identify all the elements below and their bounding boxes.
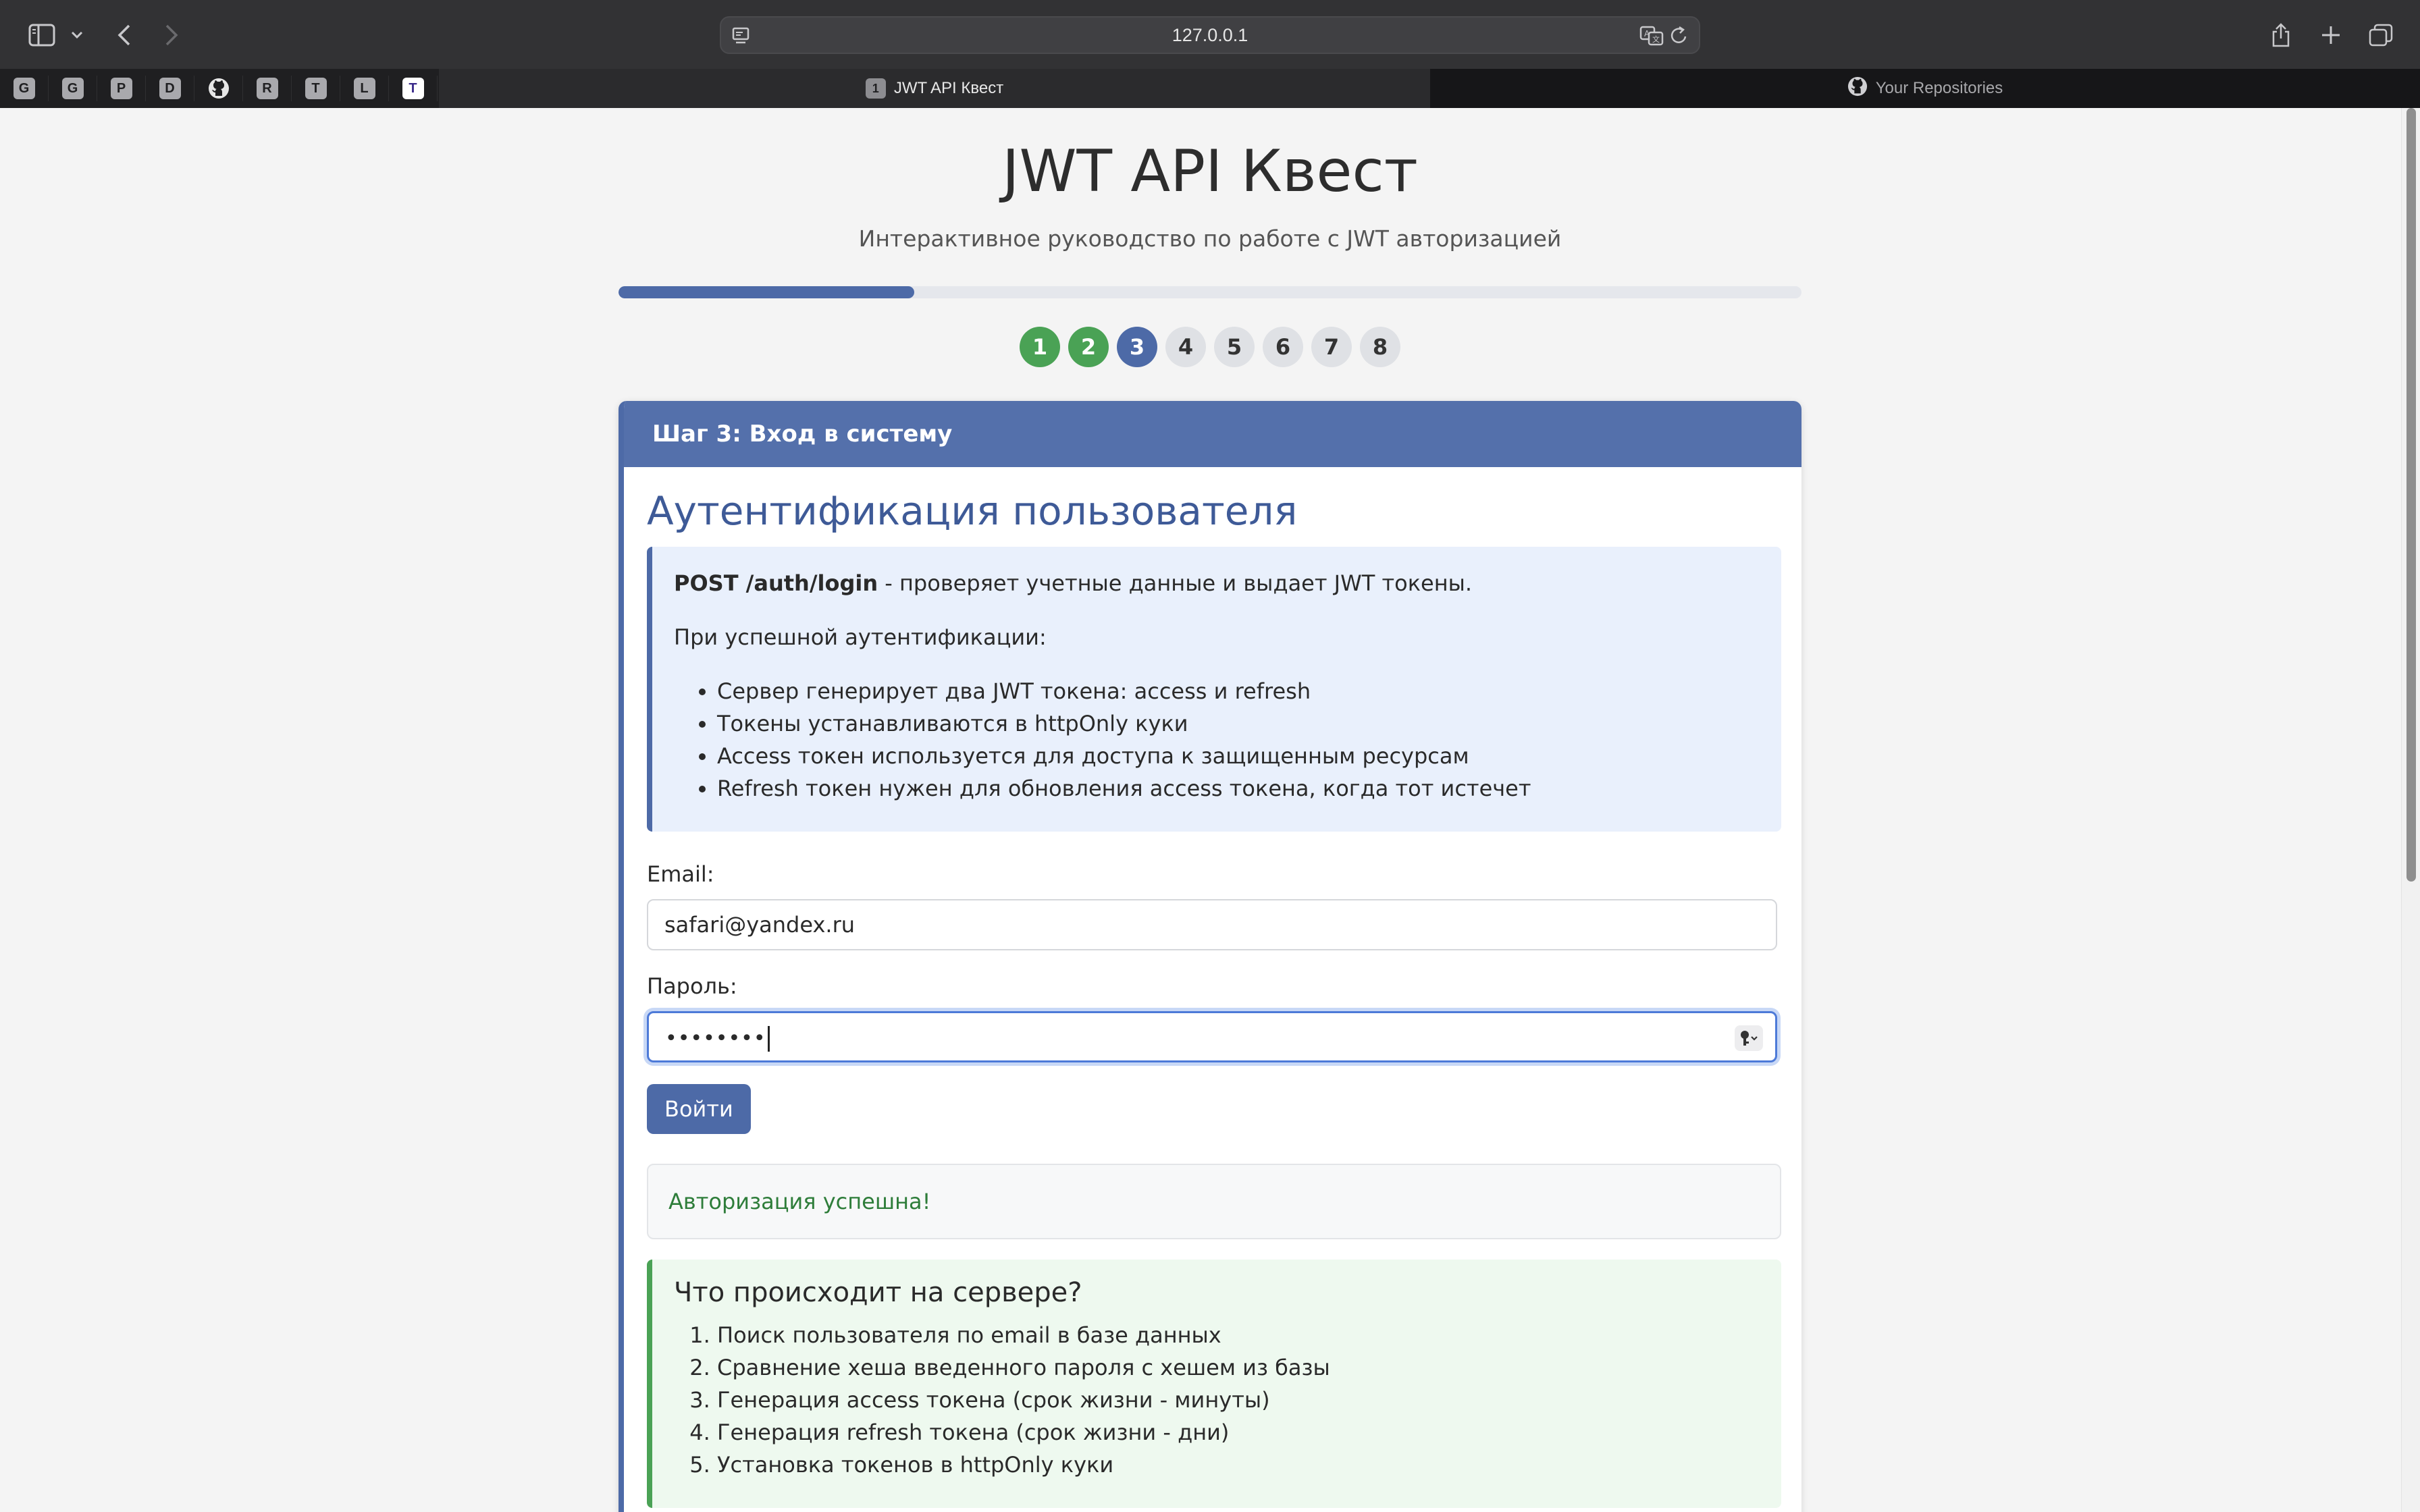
sidebar-toggle-icon[interactable] (24, 18, 59, 53)
back-icon[interactable] (107, 18, 142, 53)
step-6[interactable]: 6 (1263, 327, 1303, 367)
info-box: POST /auth/login - проверяет учетные дан… (647, 547, 1781, 832)
url-text[interactable]: 127.0.0.1 (721, 18, 1699, 53)
step-7[interactable]: 7 (1311, 327, 1352, 367)
password-field[interactable]: •••••••• (647, 1011, 1777, 1062)
pinned-tab[interactable]: G (49, 76, 97, 101)
page-subtitle: Интерактивное руководство по работе с JW… (858, 225, 1562, 252)
page-title: JWT API Квест (1002, 138, 1418, 205)
card-body: Аутентификация пользователя POST /auth/l… (624, 467, 1801, 1508)
list-item: Сравнение хеша введенного пароля с хешем… (717, 1351, 1760, 1384)
list-item: Access токен используется для доступа к … (717, 740, 1760, 772)
step-indicators: 1 2 3 4 5 6 7 8 (0, 327, 2420, 367)
github-icon (1847, 76, 1868, 101)
share-icon[interactable] (2263, 18, 2298, 53)
email-field[interactable]: safari@yandex.ru (647, 899, 1777, 950)
pinned-tab[interactable]: R (243, 76, 292, 101)
status-message: Авторизация успешна! (647, 1164, 1781, 1239)
reload-icon[interactable] (1669, 25, 1689, 49)
svg-text:文: 文 (1652, 34, 1660, 44)
address-bar[interactable]: 127.0.0.1 A文 (720, 16, 1700, 54)
section-heading: Аутентификация пользователя (647, 488, 1298, 534)
github-icon (208, 78, 230, 99)
pinned-tab[interactable]: G (0, 76, 49, 101)
server-heading: Что происходит на сервере? (674, 1277, 1082, 1308)
info-intro: При успешной аутентификации: (674, 624, 1047, 650)
browser-chrome: 127.0.0.1 A文 G G P D R T L T 1 JWT API К… (0, 0, 2420, 108)
scrollbar-thumb[interactable] (2406, 108, 2416, 882)
list-item: Генерация refresh токена (срок жизни - д… (717, 1416, 1760, 1449)
server-steps: Поиск пользователя по email в базе данны… (717, 1319, 1760, 1481)
tab-label: Your Repositories (1875, 79, 2003, 97)
tab-strip: G G P D R T L T 1 JWT API Квест Your Rep… (0, 69, 2420, 108)
tab-favicon: 1 (865, 78, 886, 99)
pinned-tab[interactable]: P (97, 76, 146, 101)
list-item: Токены устанавливаются в httpOnly куки (717, 707, 1760, 740)
tab-overview-icon[interactable] (2363, 18, 2398, 53)
svg-text:A: A (1644, 29, 1650, 38)
chevron-down-icon[interactable] (65, 18, 89, 53)
endpoint-name: POST /auth/login (674, 570, 878, 596)
tab-jwt-quest[interactable]: 1 JWT API Квест (439, 69, 1430, 108)
pinned-tab[interactable] (194, 76, 243, 101)
step-1[interactable]: 1 (1020, 327, 1060, 367)
card-header: Шаг 3: Вход в систему (624, 401, 1801, 467)
list-item: Поиск пользователя по email в базе данны… (717, 1319, 1760, 1351)
translate-icon[interactable]: A文 (1639, 25, 1664, 49)
tab-label: JWT API Квест (893, 79, 1004, 97)
progress-bar (619, 286, 1801, 298)
text-caret (767, 1026, 770, 1052)
server-explanation: Что происходит на сервере? Поиск пользов… (647, 1260, 1781, 1508)
login-button[interactable]: Войти (647, 1084, 751, 1134)
tab-your-repositories[interactable]: Your Repositories (1430, 69, 2420, 108)
endpoint-description: POST /auth/login - проверяет учетные дан… (674, 567, 1760, 599)
pinned-tab[interactable]: D (146, 76, 194, 101)
step-8[interactable]: 8 (1360, 327, 1400, 367)
info-list: Сервер генерирует два JWT токена: access… (717, 675, 1760, 805)
pinned-tab[interactable]: T (389, 76, 438, 101)
new-tab-icon[interactable] (2313, 18, 2348, 53)
forward-icon[interactable] (154, 18, 189, 53)
pinned-tab[interactable]: T (292, 76, 340, 101)
key-icon[interactable] (1735, 1025, 1763, 1051)
list-item: Генерация access токена (срок жизни - ми… (717, 1384, 1760, 1416)
list-item: Refresh токен нужен для обновления acces… (717, 772, 1760, 805)
list-item: Сервер генерирует два JWT токена: access… (717, 675, 1760, 707)
step-3[interactable]: 3 (1117, 327, 1157, 367)
email-value: safari@yandex.ru (664, 912, 856, 938)
progress-fill (619, 286, 914, 298)
browser-toolbar: 127.0.0.1 A文 (0, 0, 2420, 69)
scrollbar[interactable] (2401, 108, 2420, 1512)
step-card: Шаг 3: Вход в систему Аутентификация пол… (619, 401, 1801, 1512)
page-viewport: JWT API Квест Интерактивное руководство … (0, 108, 2420, 1512)
pinned-tab[interactable]: L (340, 76, 389, 101)
step-4[interactable]: 4 (1165, 327, 1206, 367)
password-value: •••••••• (665, 1027, 766, 1050)
step-2[interactable]: 2 (1068, 327, 1109, 367)
endpoint-text: - проверяет учетные данные и выдает JWT … (878, 570, 1473, 596)
email-label: Email: (647, 861, 714, 887)
password-label: Пароль: (647, 973, 737, 999)
step-5[interactable]: 5 (1214, 327, 1255, 367)
list-item: Установка токенов в httpOnly куки (717, 1449, 1760, 1481)
